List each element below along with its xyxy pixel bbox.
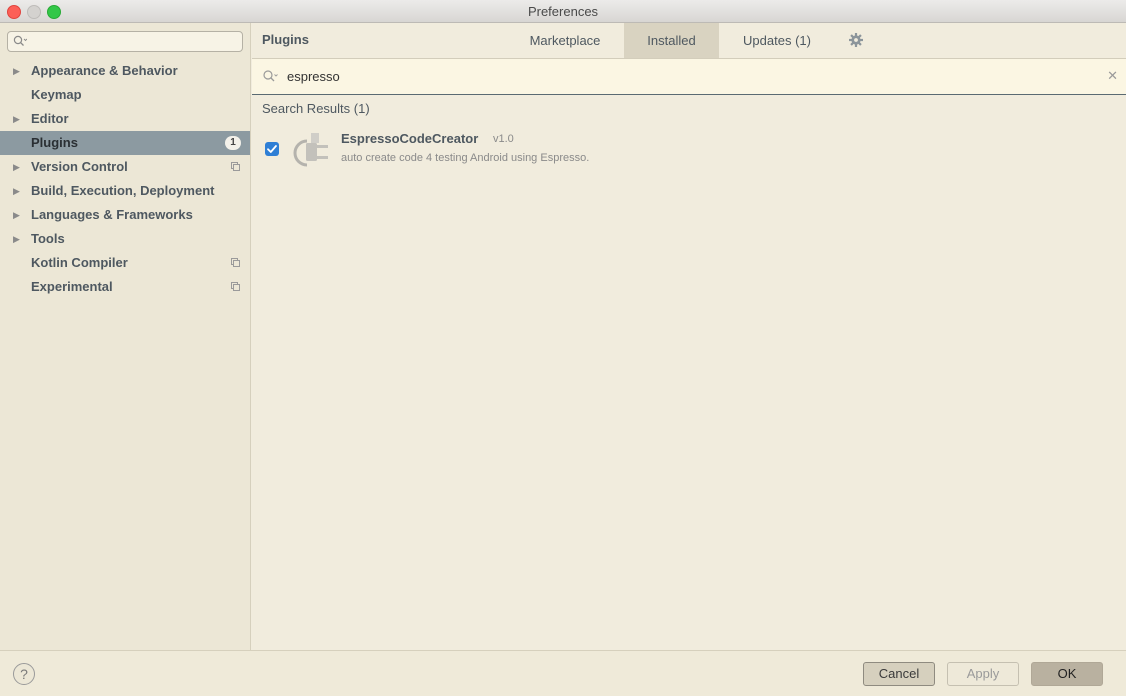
- project-level-icon: [231, 258, 240, 267]
- cancel-button[interactable]: Cancel: [863, 662, 935, 686]
- dialog-footer: ? Cancel Apply OK: [0, 650, 1126, 696]
- window-title: Preferences: [527, 4, 599, 19]
- sidebar-item-label: Kotlin Compiler: [31, 255, 128, 270]
- settings-search-input[interactable]: [7, 31, 243, 52]
- sidebar-item-label: Keymap: [31, 87, 82, 102]
- gear-icon[interactable]: [848, 32, 864, 48]
- plugin-version: v1.0: [493, 133, 514, 145]
- sidebar-item-appearance-behavior[interactable]: ▶ Appearance & Behavior: [0, 59, 250, 83]
- plugin-name: EspressoCodeCreator: [341, 131, 479, 146]
- project-level-icon: [231, 282, 240, 291]
- plugin-search-field[interactable]: espresso ✕: [252, 59, 1126, 95]
- plugins-header: Plugins Marketplace Installed Updates (1…: [252, 23, 1126, 59]
- sidebar-item-label: Build, Execution, Deployment: [31, 183, 215, 198]
- updates-count-badge: 1: [225, 136, 241, 150]
- settings-sidebar: ▶ Appearance & Behavior Keymap ▶ Editor …: [0, 23, 251, 650]
- sidebar-item-editor[interactable]: ▶ Editor: [0, 107, 250, 131]
- tab-marketplace[interactable]: Marketplace: [514, 23, 616, 58]
- expand-arrow-icon[interactable]: ▶: [13, 227, 20, 251]
- project-level-icon: [231, 162, 240, 171]
- sidebar-item-languages-frameworks[interactable]: ▶ Languages & Frameworks: [0, 203, 250, 227]
- search-results-heading: Search Results (1): [262, 101, 370, 116]
- expand-arrow-icon[interactable]: ▶: [13, 203, 20, 227]
- page-title: Plugins: [262, 32, 309, 47]
- plugin-description: auto create code 4 testing Android using…: [341, 152, 590, 164]
- sidebar-item-experimental[interactable]: Experimental: [0, 275, 250, 299]
- search-icon: [263, 70, 278, 82]
- help-button[interactable]: ?: [13, 663, 35, 685]
- expand-arrow-icon[interactable]: ▶: [13, 59, 20, 83]
- clear-search-icon[interactable]: ✕: [1107, 68, 1118, 84]
- sidebar-item-plugins[interactable]: Plugins 1: [0, 131, 250, 155]
- sidebar-item-kotlin-compiler[interactable]: Kotlin Compiler: [0, 251, 250, 275]
- tab-updates[interactable]: Updates (1): [727, 23, 827, 58]
- tab-installed[interactable]: Installed: [624, 23, 719, 58]
- sidebar-item-label: Editor: [31, 111, 69, 126]
- sidebar-item-version-control[interactable]: ▶ Version Control: [0, 155, 250, 179]
- sidebar-item-label: Version Control: [31, 159, 128, 174]
- plugin-enabled-checkbox[interactable]: [265, 142, 279, 156]
- sidebar-item-label: Languages & Frameworks: [31, 207, 193, 222]
- expand-arrow-icon[interactable]: ▶: [13, 155, 20, 179]
- ok-button[interactable]: OK: [1031, 662, 1103, 686]
- settings-nav: ▶ Appearance & Behavior Keymap ▶ Editor …: [0, 59, 250, 299]
- sidebar-item-label: Appearance & Behavior: [31, 63, 178, 78]
- sidebar-item-label: Experimental: [31, 279, 113, 294]
- title-bar: Preferences: [0, 0, 1126, 23]
- search-icon: [13, 35, 28, 50]
- search-input[interactable]: espresso: [287, 69, 340, 84]
- expand-arrow-icon[interactable]: ▶: [13, 179, 20, 203]
- sidebar-item-label: Tools: [31, 231, 65, 246]
- plugins-panel: Plugins Marketplace Installed Updates (1…: [252, 23, 1126, 650]
- expand-arrow-icon[interactable]: ▶: [13, 107, 20, 131]
- sidebar-item-keymap[interactable]: Keymap: [0, 83, 250, 107]
- plugin-plug-icon: [293, 133, 328, 167]
- sidebar-item-tools[interactable]: ▶ Tools: [0, 227, 250, 251]
- sidebar-item-label: Plugins: [31, 135, 78, 150]
- sidebar-item-build-execution-deployment[interactable]: ▶ Build, Execution, Deployment: [0, 179, 250, 203]
- plugin-list-item[interactable]: EspressoCodeCreator v1.0 auto create cod…: [252, 123, 1126, 173]
- apply-button[interactable]: Apply: [947, 662, 1019, 686]
